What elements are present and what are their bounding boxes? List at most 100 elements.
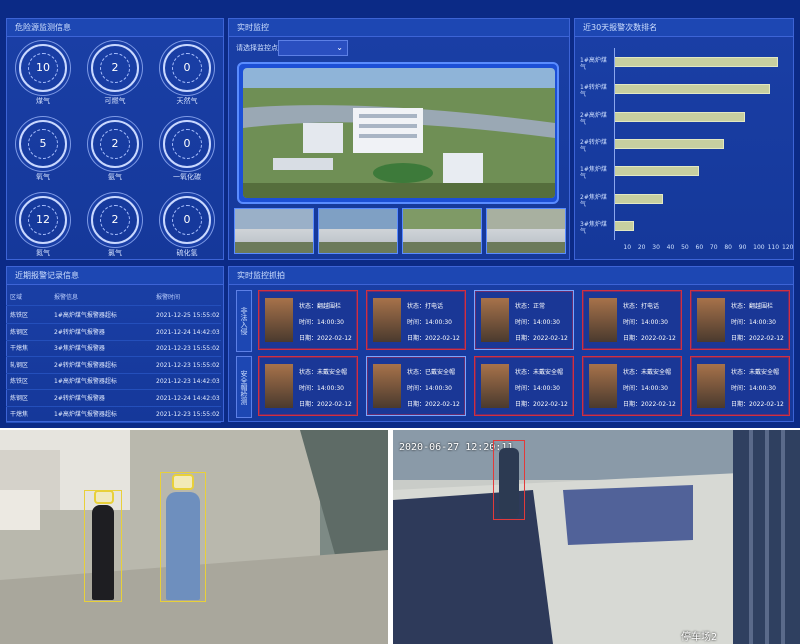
capture-photo: [373, 364, 401, 408]
gauge-label: 氧气: [36, 173, 50, 181]
video-panel-title: 实时监控: [229, 19, 569, 37]
capture-time: 时间：14:00:30: [407, 319, 452, 326]
camera-view-parking-lot[interactable]: 2020-06-27 12:20:11 停车场2: [393, 430, 800, 644]
helmet-box-person-2: [172, 474, 194, 490]
gauge-1: 10: [19, 44, 67, 92]
table-row[interactable]: 炼铁区 1#高炉煤气报警器超标 2021-12-23 14:42:03: [6, 374, 221, 390]
chart-x-tick: 70: [709, 244, 718, 251]
gauge-label: 硫化氢: [176, 249, 198, 257]
capture-date: 日期：2022-02-12: [731, 335, 784, 342]
video-thumbnail-4[interactable]: [486, 208, 566, 254]
capture-card[interactable]: 状态：翻越围栏 时间：14:00:30 日期：2022-02-12: [258, 290, 358, 350]
capture-status: 状态：未戴安全帽: [515, 369, 564, 376]
alerts-panel-title: 实时监控抓拍: [229, 267, 793, 285]
capture-time: 时间：14:00:30: [299, 319, 344, 326]
capture-status: 状态：翻越围栏: [299, 303, 342, 310]
table-row[interactable]: 炼铁区 1#高炉煤气报警器超标 2021-12-25 15:55:02: [6, 308, 221, 324]
main-video-frame[interactable]: [237, 62, 559, 204]
chart-x-tick: 20: [637, 244, 646, 251]
table-cell: 2021-12-23 14:42:03: [156, 378, 220, 385]
capture-photo: [697, 298, 725, 342]
chart-category-label: 2#转炉煤气: [580, 139, 607, 153]
capture-status: 状态：未戴安全帽: [731, 369, 780, 376]
col-header-time: 报警时间: [156, 294, 181, 301]
gauge-label: 可燃气: [104, 97, 126, 105]
camera-select[interactable]: ⌄: [278, 40, 348, 56]
table-row[interactable]: 炼钢区 2#转炉煤气报警器 2021-12-24 14:42:03: [6, 391, 221, 407]
capture-time: 时间：14:00:30: [731, 385, 776, 392]
chart-bar: [614, 56, 779, 67]
chart-x-tick: 60: [695, 244, 704, 251]
gauge-value: 5: [28, 129, 58, 159]
chart-category-label: 1#转炉煤气: [580, 84, 607, 99]
table-row[interactable]: 轧钢区 2#转炉煤气报警器超标 2021-12-23 15:55:02: [6, 358, 221, 374]
capture-card[interactable]: 状态：未戴安全帽 时间：14:00:30 日期：2022-02-12: [690, 356, 790, 416]
capture-time: 时间：14:00:30: [623, 319, 668, 326]
chart-x-tick: 30: [652, 244, 660, 251]
gauge-label: 氯气: [108, 249, 122, 257]
capture-time: 时间：14:00:30: [515, 319, 560, 326]
capture-card[interactable]: 状态：已戴安全帽 时间：14:00:30 日期：2022-02-12: [366, 356, 466, 416]
chart-category-label: 2#焦炉煤气: [580, 193, 607, 208]
chart-bar: [614, 166, 700, 177]
capture-card[interactable]: 状态：翻越围栏 时间：14:00:30 日期：2022-02-12: [690, 290, 790, 350]
capture-date: 日期：2022-02-12: [515, 335, 568, 342]
table-cell: 1#高炉煤气报警器超标: [54, 312, 117, 319]
table-cell: 炼钢区: [10, 328, 29, 336]
capture-date: 日期：2022-02-12: [731, 401, 784, 408]
gauge-panel-title: 危险源监测信息: [7, 19, 223, 37]
capture-photo: [481, 298, 509, 342]
table-cell: 2021-12-24 14:42:03: [156, 394, 220, 402]
capture-status: 状态：未戴安全帽: [299, 369, 348, 376]
chart-x-tick: 120: [782, 244, 794, 251]
capture-status: 状态：翻越围栏: [731, 303, 774, 310]
chart-category-label: 1#高炉煤气: [580, 56, 607, 71]
capture-card[interactable]: 状态：未戴安全帽 时间：14:00:30 日期：2022-02-12: [474, 356, 574, 416]
monitoring-dashboard: 危险源监测信息 实时监控 请选择监控点 ⌄ 近30天报警次数排名 近期报警记录信…: [0, 0, 800, 428]
chart-category-label: 2#高炉煤气: [580, 111, 607, 126]
table-cell: 2021-12-23 15:55:02: [156, 345, 220, 352]
table-row[interactable]: 干熄焦 1#高炉煤气报警器超标 2021-12-23 15:55:02: [6, 407, 221, 423]
capture-time: 时间：14:00:30: [731, 319, 776, 326]
table-header: 区域 报警信息 报警时间: [6, 290, 221, 306]
gauge-8: 2: [91, 196, 139, 244]
gauge-label: 煤气: [36, 97, 50, 105]
gauge-6: 0: [163, 120, 211, 168]
gauge-value: 0: [172, 205, 202, 235]
video-thumbnail-2[interactable]: [318, 208, 398, 254]
video-thumbnail-1[interactable]: [234, 208, 314, 254]
chart-y-axis: [614, 48, 615, 240]
capture-card[interactable]: 状态：打电话 时间：14:00:30 日期：2022-02-12: [582, 290, 682, 350]
camera-view-helmet-detection[interactable]: [0, 430, 388, 644]
capture-time: 时间：14:00:30: [299, 385, 344, 392]
table-cell: 炼铁区: [10, 312, 29, 319]
capture-status: 状态：已戴安全帽: [407, 369, 456, 376]
capture-photo: [265, 298, 293, 342]
capture-card[interactable]: 状态：打电话 时间：14:00:30 日期：2022-02-12: [366, 290, 466, 350]
gauge-value: 2: [100, 129, 130, 159]
capture-status: 状态：未戴安全帽: [623, 369, 672, 376]
chart-bar: [614, 139, 724, 149]
chart-x-tick: 50: [681, 244, 689, 251]
helmet-box-person-1: [94, 490, 114, 504]
capture-card[interactable]: 状态：未戴安全帽 时间：14:00:30 日期：2022-02-12: [582, 356, 682, 416]
table-cell: 2021-12-23 15:55:02: [156, 361, 220, 369]
table-cell: 炼铁区: [10, 378, 29, 385]
col-header-area: 区域: [10, 294, 23, 301]
capture-date: 日期：2022-02-12: [623, 401, 676, 408]
capture-photo: [265, 364, 293, 408]
person-1-figure: [92, 505, 114, 600]
campus-aerial-image: [243, 68, 555, 198]
gauge-9: 0: [163, 196, 211, 244]
chart-bar: [614, 111, 746, 122]
chart-bar: [614, 84, 770, 95]
video-thumbnail-3[interactable]: [402, 208, 482, 254]
capture-card[interactable]: 状态：未戴安全帽 时间：14:00:30 日期：2022-02-12: [258, 356, 358, 416]
table-cell: 3#焦炉煤气报警器: [54, 345, 105, 352]
chart-bar: [614, 221, 635, 232]
table-row[interactable]: 干熄焦 3#焦炉煤气报警器 2021-12-23 15:55:02: [6, 341, 221, 357]
capture-card[interactable]: 状态：正常 时间：14:00:30 日期：2022-02-12: [474, 290, 574, 350]
chart-panel-title: 近30天报警次数排名: [575, 19, 793, 37]
table-row[interactable]: 炼钢区 2#转炉煤气报警器 2021-12-24 14:42:03: [6, 325, 221, 341]
chart-x-tick: 10: [623, 244, 632, 251]
